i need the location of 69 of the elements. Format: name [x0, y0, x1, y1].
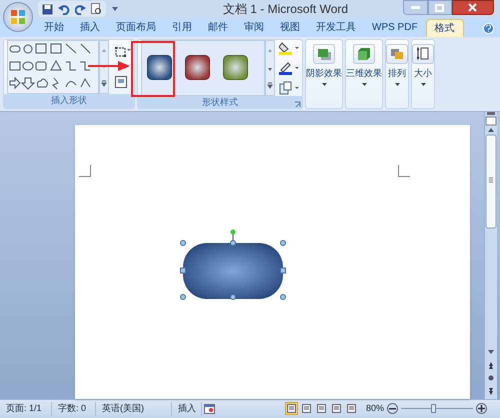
ribbon-tab[interactable]: 开始	[36, 18, 72, 36]
ribbon-tab[interactable]: 视图	[272, 18, 308, 36]
dropdown-arrow-icon	[322, 83, 326, 86]
macro-record-icon[interactable]	[204, 404, 215, 414]
ribbon-tab[interactable]: 邮件	[200, 18, 236, 36]
rounded-rectangle-shape[interactable]	[180, 228, 286, 300]
shadow-icon	[317, 48, 331, 60]
ribbon-tab[interactable]: 审阅	[236, 18, 272, 36]
office-logo-icon	[10, 9, 26, 25]
resize-icon	[417, 47, 429, 60]
change-shape-icon[interactable]	[279, 80, 299, 94]
status-text: 英语(美国)	[96, 402, 172, 416]
maximize-button[interactable]	[428, 0, 452, 15]
ribbon-tab[interactable]: 引用	[164, 18, 200, 36]
shape-style-swatch[interactable]	[147, 55, 172, 80]
dropdown-arrow-icon	[362, 83, 366, 86]
minimize-icon	[410, 6, 420, 9]
ribbon-tab[interactable]: 格式	[426, 18, 464, 36]
close-icon	[468, 3, 478, 12]
status-text[interactable]: 插入	[172, 402, 202, 416]
print-preview-icon[interactable]	[91, 3, 102, 16]
stacked-squares-icon	[390, 48, 404, 60]
undo-icon[interactable]	[58, 4, 70, 15]
zoom-out-button[interactable]	[387, 403, 398, 414]
gallery-scrollbar[interactable]	[265, 40, 275, 96]
cube-icon	[357, 48, 371, 60]
ribbon-tab[interactable]: 页面布局	[108, 18, 164, 36]
edit-shape-icon[interactable]	[115, 46, 131, 58]
zoom-in-button[interactable]	[476, 403, 487, 414]
group-label: 形状样式	[138, 96, 302, 109]
status-text: 字数: 0	[52, 402, 96, 416]
slider-thumb[interactable]	[431, 404, 436, 414]
shape-style-swatch[interactable]	[185, 55, 210, 80]
maximize-icon	[435, 4, 444, 12]
annotation-arrow	[88, 61, 130, 71]
minus-icon	[389, 408, 396, 410]
group-label: 插入形状	[4, 94, 134, 108]
redo-icon[interactable]	[75, 4, 86, 15]
ribbon-tab[interactable]: 开发工具	[308, 18, 364, 36]
shape-style-swatch[interactable]	[223, 55, 248, 80]
close-button[interactable]	[452, 0, 494, 15]
annotation-box	[131, 41, 175, 97]
outline-color-icon[interactable]	[279, 60, 299, 74]
vertical-scrollbar[interactable]	[484, 112, 497, 398]
draft-icon[interactable]	[344, 402, 358, 416]
fill-color-icon[interactable]	[279, 40, 299, 54]
customize-dropdown-icon[interactable]	[112, 7, 118, 12]
status-text: 页面: 1/1	[0, 402, 52, 416]
print-layout-icon[interactable]	[284, 402, 298, 416]
plus-icon	[478, 405, 485, 412]
window-title: 文档 1 - Microsoft Word	[222, 1, 348, 18]
gallery-scrollbar[interactable]	[99, 40, 109, 94]
help-icon[interactable]	[483, 22, 494, 34]
save-icon[interactable]	[42, 4, 53, 15]
web-layout-icon[interactable]	[314, 402, 328, 416]
office-button[interactable]	[3, 2, 33, 32]
outline-icon[interactable]	[330, 402, 343, 416]
reading-layout-icon[interactable]	[300, 402, 313, 416]
dropdown-arrow-icon	[394, 83, 400, 86]
zoom-slider[interactable]	[401, 403, 473, 414]
margin-corner-icon	[398, 164, 410, 176]
ribbon-tab[interactable]: WPS PDF	[364, 18, 426, 36]
ribbon-tab[interactable]: 插入	[72, 18, 108, 36]
dialog-launcher-icon[interactable]	[294, 100, 301, 108]
shapes-gallery[interactable]	[7, 40, 99, 94]
minimize-button[interactable]	[402, 0, 428, 15]
zoom-level[interactable]: 80%	[366, 402, 384, 416]
margin-corner-icon	[79, 164, 91, 176]
dropdown-arrow-icon	[420, 83, 426, 86]
